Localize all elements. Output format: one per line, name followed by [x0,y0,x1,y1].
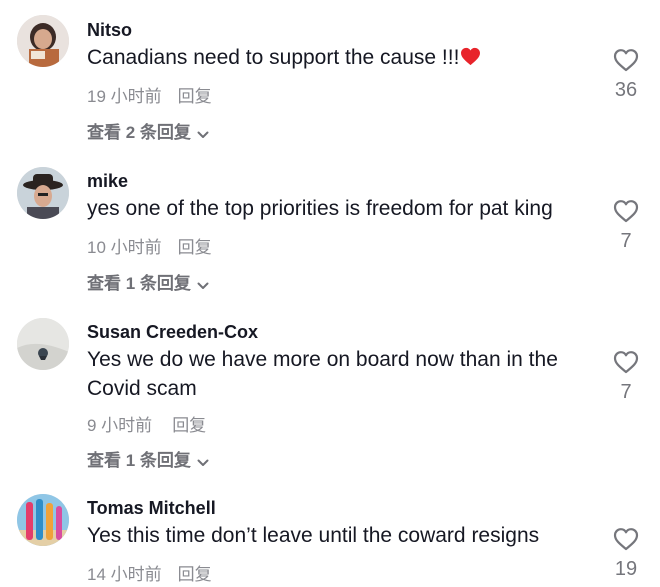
comment-text: Yes this time don’t leave until the cowa… [87,524,540,547]
view-replies-button[interactable]: 查看 2 条回复 [87,118,209,144]
chevron-down-icon [197,275,209,295]
avatar[interactable] [17,318,69,370]
comment-meta: 14 小时前 回复 [87,560,212,585]
heart-outline-icon [606,199,646,223]
avatar[interactable] [17,167,69,219]
username[interactable]: mike [87,171,128,192]
timestamp: 14 小时前 [87,565,162,584]
chevron-down-icon [197,124,209,144]
view-replies-label: 查看 2 条回复 [87,123,191,142]
username[interactable]: Nitso [87,20,132,41]
heart-outline-icon [606,527,646,551]
comment-text: Yes we do we have more on board now than… [87,348,558,400]
red-heart-icon [460,45,481,74]
reply-button[interactable]: 回复 [178,87,212,106]
comment-meta: 19 小时前 回复 [87,82,212,107]
reply-button[interactable]: 回复 [172,416,206,435]
reply-button[interactable]: 回复 [178,565,212,584]
like-count: 7 [620,230,632,252]
like-button[interactable]: 7 [606,199,646,253]
view-replies-label: 查看 1 条回复 [87,274,191,293]
heart-outline-icon [606,350,646,374]
reply-button[interactable]: 回复 [178,238,212,257]
username[interactable]: Tomas Mitchell [87,498,216,519]
timestamp: 19 小时前 [87,87,162,106]
like-button[interactable]: 36 [606,48,646,102]
view-replies-button[interactable]: 查看 1 条回复 [87,269,209,295]
comment-meta: 9 小时前 回复 [87,411,206,436]
view-replies-button[interactable]: 查看 1 条回复 [87,446,209,472]
like-button[interactable]: 7 [606,350,646,404]
timestamp: 9 小时前 [87,416,153,435]
chevron-down-icon [197,452,209,472]
avatar[interactable] [17,494,69,546]
comment-text-content: Canadians need to support the cause !!! [87,46,460,69]
timestamp: 10 小时前 [87,238,162,257]
like-count: 36 [614,79,638,101]
heart-outline-icon [606,48,646,72]
like-button[interactable]: 19 [606,527,646,581]
comment-meta: 10 小时前 回复 [87,233,212,258]
avatar[interactable] [17,15,69,67]
comment-text: Canadians need to support the cause !!! [87,43,602,74]
like-count: 7 [620,381,632,403]
view-replies-label: 查看 1 条回复 [87,451,191,470]
like-count: 19 [614,558,638,580]
comment-text: yes one of the top priorities is freedom… [87,197,553,220]
username[interactable]: Susan Creeden-Cox [87,322,258,343]
